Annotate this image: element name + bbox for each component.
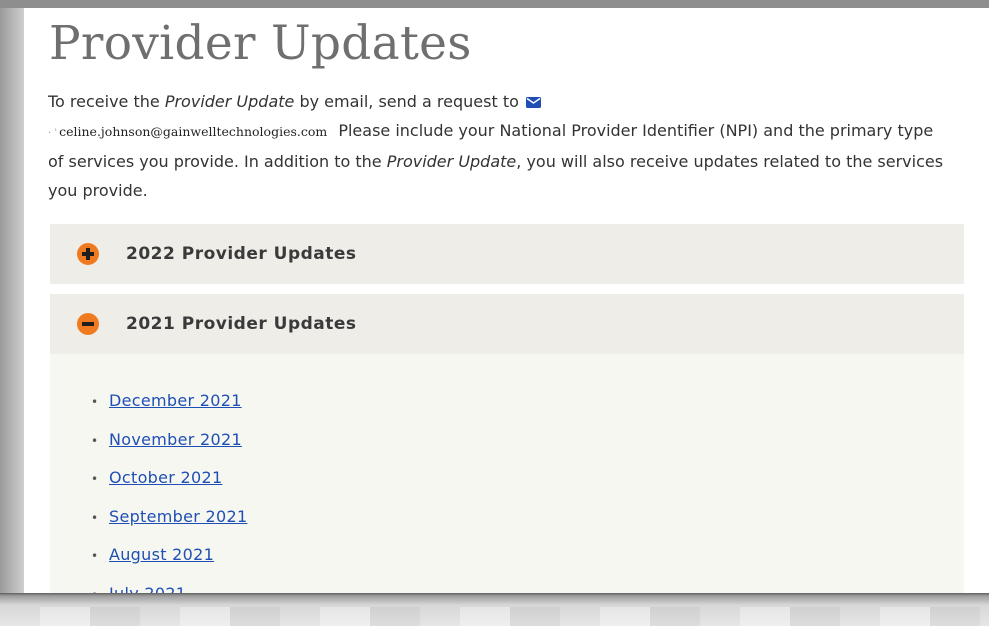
window-top-edge bbox=[0, 0, 989, 8]
accordion-body-2021: • December 2021 • November 2021 • October 2… bbox=[50, 354, 964, 593]
list-item: • September 2021 bbox=[91, 506, 247, 545]
publication-name: Provider Update bbox=[164, 92, 295, 111]
list-item: • October 2021 bbox=[91, 467, 247, 506]
page-title: Provider Updates bbox=[49, 16, 472, 71]
email-link[interactable]: celine.johnson@gainwelltechnologies.com bbox=[59, 124, 327, 139]
window-left-edge bbox=[0, 8, 24, 600]
bullet: • bbox=[91, 395, 99, 409]
bullet: • bbox=[91, 433, 99, 448]
bullet: • bbox=[91, 584, 109, 594]
list-item: • August 2021 bbox=[91, 544, 247, 583]
accordion-label-2021: 2021 Provider Updates bbox=[126, 314, 357, 334]
month-link-december-2021[interactable]: December 2021 bbox=[109, 391, 242, 410]
list-item: • November 2021 bbox=[91, 429, 247, 468]
publication-name-2: Provider Update bbox=[386, 152, 517, 171]
intro-text-1: To receive the bbox=[48, 92, 165, 111]
list-item: • December 2021 bbox=[91, 390, 247, 429]
intro-text-2: by email, send a request to bbox=[294, 92, 524, 111]
accordion-header-2021[interactable]: 2021 Provider Updates bbox=[50, 294, 964, 354]
bullet: • bbox=[91, 510, 99, 525]
month-link-september-2021[interactable]: September 2021 bbox=[109, 507, 247, 526]
intro-paragraph: To receive the Provider Update by email,… bbox=[48, 88, 948, 205]
envelope-icon bbox=[525, 97, 541, 108]
email-prefix-mark: · ˈ bbox=[48, 127, 58, 139]
month-link-july-2021[interactable]: July 2021 bbox=[109, 584, 186, 594]
bullet: • bbox=[91, 549, 99, 563]
month-link-list: • December 2021 • November 2021 • October 2… bbox=[91, 390, 247, 593]
accordion-header-2022[interactable]: 2022 Provider Updates bbox=[50, 224, 964, 284]
month-link-october-2021[interactable]: October 2021 bbox=[109, 468, 222, 487]
bullet: • bbox=[91, 472, 99, 486]
month-link-november-2021[interactable]: November 2021 bbox=[109, 430, 242, 449]
list-item: •July 2021 bbox=[91, 583, 247, 594]
accordion-label-2022: 2022 Provider Updates bbox=[126, 244, 357, 264]
plus-circle-icon[interactable] bbox=[77, 243, 99, 265]
page-content: Provider Updates To receive the Provider… bbox=[24, 8, 989, 593]
month-link-august-2021[interactable]: August 2021 bbox=[109, 545, 214, 564]
window-bottom-edge bbox=[0, 593, 989, 626]
minus-circle-icon[interactable] bbox=[77, 313, 99, 335]
